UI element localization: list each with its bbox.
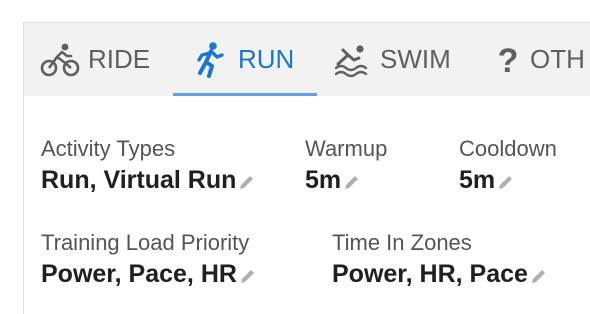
swim-icon — [332, 40, 372, 80]
activity-types-value[interactable]: Run, Virtual Run — [41, 163, 256, 197]
edit-pencil-icon[interactable] — [530, 267, 548, 285]
training-load-priority-value[interactable]: Power, Pace, HR — [41, 257, 257, 291]
time-in-zones-label: Time In Zones — [332, 230, 472, 255]
cooldown-value[interactable]: 5m — [459, 163, 515, 197]
edit-pencil-icon[interactable] — [497, 173, 515, 191]
edit-pencil-icon[interactable] — [239, 267, 257, 285]
warmup-value[interactable]: 5m — [305, 163, 361, 197]
cooldown-label: Cooldown — [459, 136, 557, 161]
question-icon: ? — [494, 40, 522, 80]
edit-pencil-icon[interactable] — [238, 173, 256, 191]
run-icon — [190, 40, 230, 80]
tab-other-label: OTH — [530, 44, 585, 74]
activity-types-label: Activity Types — [41, 136, 176, 161]
tab-run[interactable]: RUN — [190, 23, 294, 96]
cooldown-field: Cooldown 5m — [459, 135, 557, 197]
sport-settings-card: RIDE RUN SWIM ? OTH Activity Types Run, … — [23, 22, 590, 314]
sport-tab-bar: RIDE RUN SWIM ? OTH — [24, 23, 590, 96]
warmup-field: Warmup 5m — [305, 135, 387, 197]
tab-ride-label: RIDE — [88, 44, 151, 74]
edit-pencil-icon[interactable] — [343, 173, 361, 191]
training-load-priority-label: Training Load Priority — [41, 230, 250, 255]
svg-text:?: ? — [498, 42, 519, 80]
active-tab-indicator — [173, 93, 317, 96]
warmup-label: Warmup — [305, 136, 388, 161]
tab-swim[interactable]: SWIM — [332, 23, 451, 96]
tab-swim-label: SWIM — [380, 44, 451, 74]
bike-icon — [40, 40, 80, 80]
time-in-zones-field: Time In Zones Power, HR, Pace — [332, 229, 548, 291]
time-in-zones-value[interactable]: Power, HR, Pace — [332, 257, 548, 291]
training-load-priority-field: Training Load Priority Power, Pace, HR — [41, 229, 257, 291]
tab-run-label: RUN — [238, 44, 295, 74]
tab-ride[interactable]: RIDE — [40, 23, 150, 96]
tab-other[interactable]: ? OTH — [494, 23, 585, 96]
activity-types-field: Activity Types Run, Virtual Run — [41, 135, 256, 197]
